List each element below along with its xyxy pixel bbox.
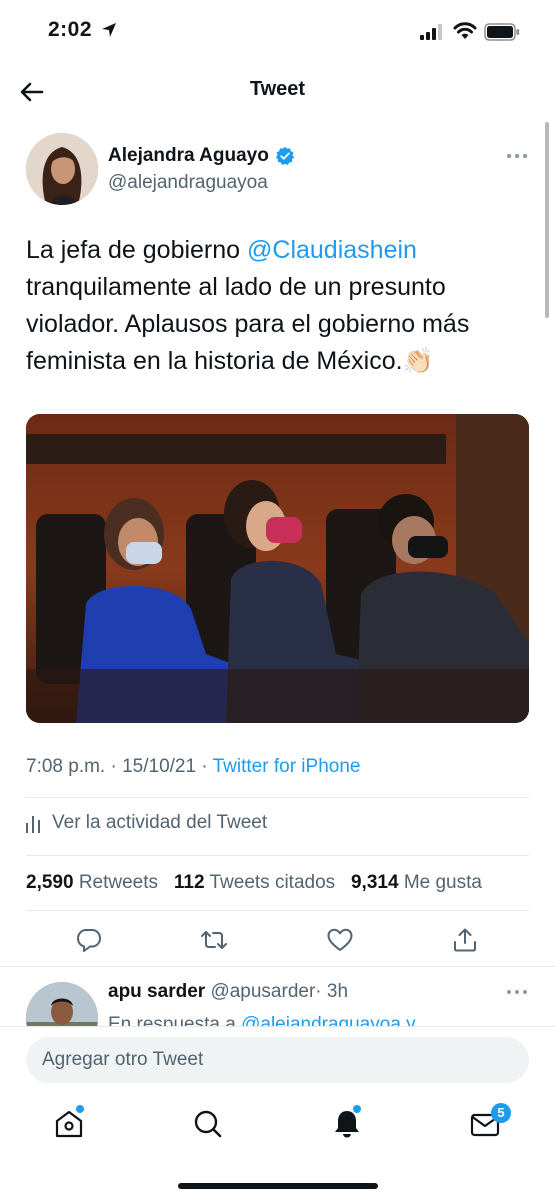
tweet-time: 7:08 p.m.: [26, 756, 106, 777]
meta-separator: ·: [105, 756, 123, 777]
quotes-stat[interactable]: 112 Tweets citados: [174, 872, 335, 893]
messages-badge: 5: [491, 1103, 511, 1123]
location-arrow-icon: [102, 23, 116, 37]
reply-context-prefix: En respuesta a: [108, 1014, 242, 1026]
reply-header: apu sarder @apusarder· 3h: [108, 981, 348, 1003]
retweets-stat[interactable]: 2,590 Retweets: [26, 872, 158, 893]
quotes-count: 112: [173, 872, 205, 893]
reply-context-mention[interactable]: @alejandraguayoa y: [241, 1014, 416, 1026]
more-icon[interactable]: [505, 150, 529, 162]
tweet-date: 15/10/21: [122, 756, 197, 777]
share-icon[interactable]: [451, 926, 479, 954]
tweet-source[interactable]: Twitter for iPhone: [213, 756, 361, 777]
reply-icon[interactable]: [75, 926, 103, 954]
compose-input[interactable]: Agregar otro Tweet: [26, 1037, 529, 1083]
home-unread-dot: [76, 1105, 84, 1113]
retweet-icon[interactable]: [200, 926, 228, 954]
divider: [26, 797, 529, 798]
tweet-text-part1: La jefa de gobierno: [26, 236, 248, 264]
tweet-stats: 2,590 Retweets 112 Tweets citados 9,314 …: [26, 872, 482, 894]
likes-count: 9,314: [350, 872, 399, 893]
quotes-label: Tweets citados: [209, 872, 336, 893]
likes-stat[interactable]: 9,314 Me gusta: [351, 872, 482, 893]
notifications-unread-dot: [353, 1105, 361, 1113]
tweet-actions: [0, 922, 555, 958]
divider: [0, 966, 555, 967]
tweet-mention[interactable]: @Claudiashein: [247, 236, 417, 264]
avatar-portrait: [26, 133, 98, 205]
tweet-activity-link[interactable]: Ver la actividad del Tweet: [26, 812, 267, 834]
likes-label: Me gusta: [403, 872, 482, 893]
divider: [26, 910, 529, 911]
scrollbar[interactable]: [545, 122, 549, 318]
reply-author-handle[interactable]: @apusarder: [210, 981, 315, 1002]
search-icon[interactable]: [191, 1107, 225, 1141]
battery-icon: [484, 23, 519, 41]
page-title: Tweet: [249, 78, 306, 100]
retweets-count: 2,590: [26, 872, 74, 893]
reply-author-name[interactable]: apu sarder: [108, 981, 205, 1002]
like-icon[interactable]: [326, 926, 354, 954]
tweet-text: La jefa de gobierno @Claudiashein tranqu…: [26, 232, 536, 380]
author-name[interactable]: Alejandra Aguayo: [108, 145, 269, 167]
author-avatar[interactable]: [26, 133, 98, 205]
signal-icon: [420, 24, 442, 40]
divider: [26, 855, 529, 856]
verified-icon: [275, 146, 295, 165]
status-time: 2:02: [48, 18, 93, 41]
status-bar: 2:02: [0, 0, 555, 62]
clap-emoji-icon: 👏🏻: [402, 347, 434, 375]
reply-context: En respuesta a @alejandraguayoa y: [108, 1010, 416, 1026]
tweet-photo[interactable]: [26, 414, 529, 723]
wifi-icon: [453, 22, 477, 39]
bottom-area: Agregar otro Tweet 5: [0, 1026, 555, 1200]
author-name-row[interactable]: Alejandra Aguayo: [108, 145, 295, 167]
tweet-meta: 7:08 p.m. · 15/10/21 · Twitter for iPhon…: [26, 756, 360, 778]
nav-header: Tweet: [0, 62, 555, 118]
home-indicator: [178, 1183, 378, 1189]
reply-time: · 3h: [315, 981, 349, 1002]
meta-separator: ·: [196, 756, 213, 777]
activity-label[interactable]: Ver la actividad del Tweet: [52, 812, 267, 834]
retweets-label: Retweets: [78, 872, 159, 893]
tweet-photo-image: [26, 414, 529, 723]
more-icon[interactable]: [505, 986, 529, 998]
activity-chart-icon: [26, 816, 40, 833]
author-handle[interactable]: @alejandraguayoa: [108, 172, 268, 194]
